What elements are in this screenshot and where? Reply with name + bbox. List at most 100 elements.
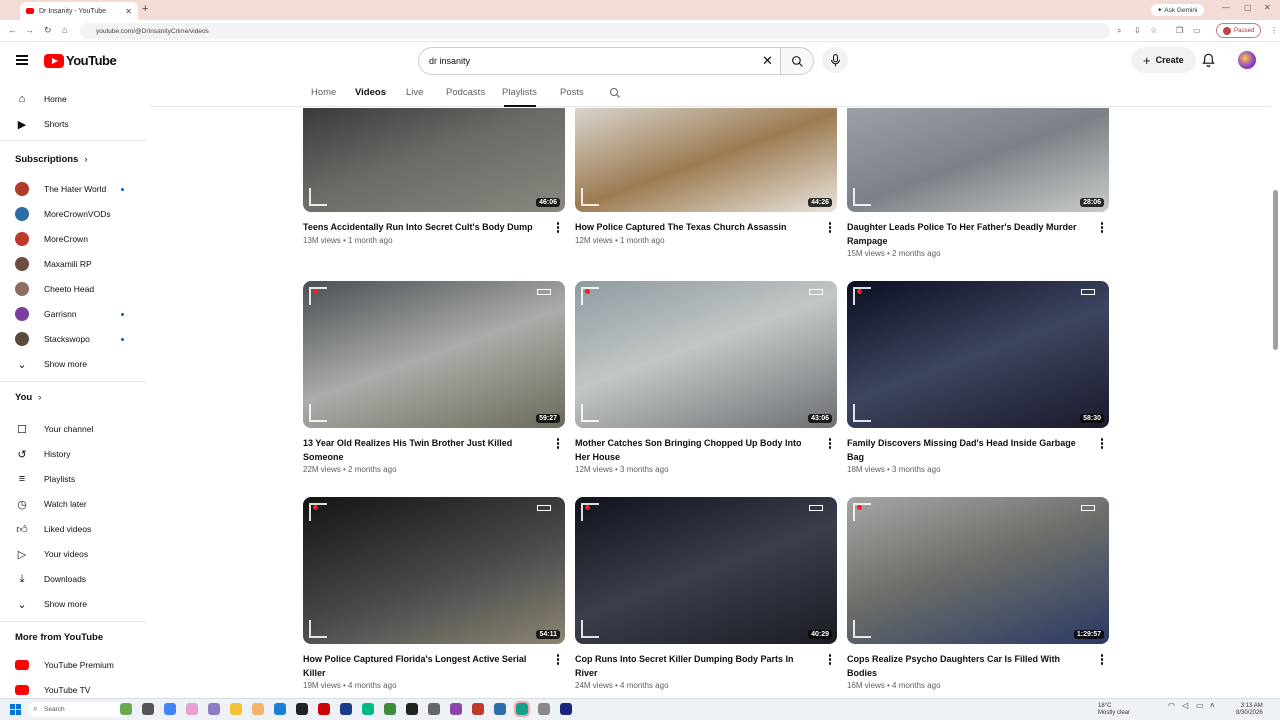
sidebar-subscription[interactable]: Cheeto Head <box>0 278 146 300</box>
more-actions-icon[interactable] <box>1099 222 1105 233</box>
taskbar-app-icon[interactable] <box>142 703 154 715</box>
video-thumbnail[interactable]: 54:11 <box>303 497 565 644</box>
taskbar-app-icon[interactable] <box>120 703 132 715</box>
menu-icon[interactable] <box>16 55 28 65</box>
search-input[interactable]: dr insanity <box>418 47 780 75</box>
reload-icon[interactable]: ↻ <box>44 25 52 36</box>
taskbar-app-icon[interactable] <box>538 703 550 715</box>
home-browser-icon[interactable]: ⌂ <box>62 25 67 35</box>
profile-button[interactable]: Paused <box>1216 23 1262 38</box>
taskbar-app-icon[interactable] <box>514 701 530 717</box>
scrollbar-thumb[interactable] <box>1273 190 1278 350</box>
sidebar-item-downloads[interactable]: ⤓ Downloads <box>0 568 146 590</box>
bookmark-star-icon[interactable]: ☆ <box>1150 26 1157 35</box>
video-thumbnail[interactable]: 46:06 <box>303 108 565 212</box>
volume-icon[interactable]: ◁ <box>1182 702 1188 710</box>
sidepanel-icon[interactable]: ▭ <box>1193 26 1201 35</box>
sidebar-subscription[interactable]: MoreCrown <box>0 228 146 250</box>
new-tab-icon[interactable]: + <box>142 3 148 15</box>
back-icon[interactable]: ← <box>8 25 17 35</box>
sidebar-subscription[interactable]: Garrisnn <box>0 303 146 325</box>
video-thumbnail[interactable]: 58:30 <box>847 281 1109 428</box>
sidebar-item-liked-videos[interactable]: 👍︎ Liked videos <box>0 518 146 540</box>
taskbar-app-icon[interactable] <box>472 703 484 715</box>
sidebar-item-youtube-tv[interactable]: YouTube TV <box>0 679 146 700</box>
video-title[interactable]: Family Discovers Missing Dad's Head Insi… <box>847 437 1087 464</box>
more-actions-icon[interactable] <box>827 438 833 449</box>
video-title[interactable]: Daughter Leads Police To Her Father's De… <box>847 221 1087 248</box>
sidebar-item-youtube-premium[interactable]: YouTube Premium <box>0 654 146 676</box>
tab-home[interactable]: Home <box>311 87 336 98</box>
show-more-subscriptions[interactable]: ⌄ Show more <box>0 353 146 375</box>
sidebar-subscription[interactable]: MoreCrownVODs <box>0 203 146 225</box>
taskbar-app-icon[interactable] <box>208 703 220 715</box>
taskbar-app-icon[interactable] <box>340 703 352 715</box>
taskbar-app-icon[interactable] <box>428 703 440 715</box>
tray-chevron-icon[interactable]: ˄ <box>1210 702 1215 710</box>
close-window-icon[interactable]: ✕ <box>1264 3 1271 12</box>
taskbar-app-icon[interactable] <box>560 703 572 715</box>
tab-playlists[interactable]: Playlists <box>502 87 537 98</box>
tab-posts[interactable]: Posts <box>560 87 584 98</box>
url-field[interactable]: youtube.com/@DrInsanityCrime/videos <box>80 23 1110 39</box>
show-more-you[interactable]: ⌄ Show more <box>0 593 146 615</box>
video-title[interactable]: Cops Realize Psycho Daughters Car Is Fil… <box>847 653 1087 680</box>
sidebar-item-history[interactable]: ↺ History <box>0 443 146 465</box>
more-actions-icon[interactable] <box>827 654 833 665</box>
clock[interactable]: 3:13 AM 8/30/2026 <box>1236 703 1263 716</box>
taskbar-app-icon[interactable] <box>384 703 396 715</box>
taskbar-app-icon[interactable] <box>252 703 264 715</box>
extensions-icon[interactable]: ❐ <box>1176 26 1183 35</box>
video-title[interactable]: Mother Catches Son Bringing Chopped Up B… <box>575 437 815 464</box>
video-thumbnail[interactable]: 59:27 <box>303 281 565 428</box>
sidebar-item-your-channel[interactable]: ☐ Your channel <box>0 418 146 440</box>
sidebar-item-your-videos[interactable]: ▷ Your videos <box>0 543 146 565</box>
clear-search-icon[interactable]: ✕ <box>762 53 773 69</box>
sidebar-item-home[interactable]: ⌂ Home <box>0 88 146 110</box>
taskbar-app-icon[interactable] <box>164 703 176 715</box>
wifi-icon[interactable]: ◠ <box>1168 702 1175 710</box>
tab-podcasts[interactable]: Podcasts <box>446 87 485 98</box>
taskbar-app-icon[interactable] <box>274 703 286 715</box>
maximize-icon[interactable]: ▢ <box>1244 3 1252 12</box>
video-thumbnail[interactable]: 43:06 <box>575 281 837 428</box>
more-actions-icon[interactable] <box>555 654 561 665</box>
more-actions-icon[interactable] <box>555 222 561 233</box>
sidebar-subscription[interactable]: The Hater World <box>0 178 146 200</box>
install-icon[interactable]: ⇩ <box>1134 26 1141 35</box>
video-title[interactable]: How Police Captured The Texas Church Ass… <box>575 221 815 235</box>
zoom-icon[interactable]: ⌕ <box>1117 26 1121 36</box>
more-actions-icon[interactable] <box>827 222 833 233</box>
video-title[interactable]: Cop Runs Into Secret Killer Dumping Body… <box>575 653 815 680</box>
more-actions-icon[interactable] <box>1099 654 1105 665</box>
sidebar-item-watch-later[interactable]: ◷ Watch later <box>0 493 146 515</box>
video-title[interactable]: How Police Captured Florida's Longest Ac… <box>303 653 543 680</box>
video-thumbnail[interactable]: 28:06 <box>847 108 1109 212</box>
browser-tab[interactable]: Dr Insanity - YouTube ✕ <box>20 2 138 20</box>
video-thumbnail[interactable]: 1:29:57 <box>847 497 1109 644</box>
browser-menu-icon[interactable]: ⋮ <box>1270 26 1278 35</box>
taskbar-app-icon[interactable] <box>186 703 198 715</box>
tab-live[interactable]: Live <box>406 87 423 98</box>
taskbar-app-icon[interactable] <box>494 703 506 715</box>
sidebar-subscription[interactable]: Maxamili RP <box>0 253 146 275</box>
page-scrollbar[interactable] <box>1270 42 1280 698</box>
taskbar-app-icon[interactable] <box>450 703 462 715</box>
channel-search-icon[interactable] <box>609 87 621 99</box>
minimize-icon[interactable]: — <box>1222 3 1230 12</box>
windows-start-icon[interactable] <box>10 704 21 715</box>
forward-icon[interactable]: → <box>25 25 34 35</box>
create-button[interactable]: + Create <box>1131 47 1196 73</box>
taskbar-app-icon[interactable] <box>406 703 418 715</box>
taskbar-app-icon[interactable] <box>318 703 330 715</box>
video-thumbnail[interactable]: 44:26 <box>575 108 837 212</box>
weather-widget[interactable]: 18°C Mostly clear <box>1098 703 1130 716</box>
subscriptions-heading[interactable]: Subscriptions › <box>15 154 88 165</box>
ask-gemini-button[interactable]: ✦ Ask Gemini <box>1151 4 1204 16</box>
tab-videos[interactable]: Videos <box>355 87 386 98</box>
search-button[interactable] <box>780 47 814 75</box>
notifications-bell-icon[interactable] <box>1202 53 1215 67</box>
video-title[interactable]: Teens Accidentally Run Into Secret Cult'… <box>303 221 543 235</box>
sidebar-subscription[interactable]: Stackswopo <box>0 328 146 350</box>
taskbar-app-icon[interactable] <box>362 703 374 715</box>
